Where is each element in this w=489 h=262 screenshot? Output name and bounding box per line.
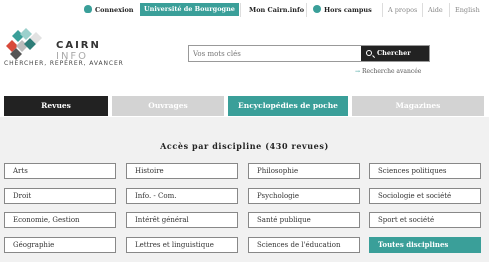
discipline-item[interactable]: Histoire bbox=[126, 163, 238, 179]
discipline-item[interactable]: Sociologie et société bbox=[369, 188, 481, 204]
connexion-link[interactable]: Connexion bbox=[84, 0, 134, 20]
divider bbox=[240, 3, 241, 17]
tab-magazines[interactable]: Magazines bbox=[352, 96, 484, 116]
discipline-item[interactable]: Géographie bbox=[4, 237, 116, 253]
aide-link[interactable]: Aide bbox=[428, 0, 443, 20]
discipline-item[interactable]: Philosophie bbox=[248, 163, 360, 179]
discipline-heading: Accès par discipline (430 revues) bbox=[160, 141, 329, 151]
tab-ouvrages[interactable]: Ouvrages bbox=[112, 96, 224, 116]
discipline-item[interactable]: Santé publique bbox=[248, 212, 360, 228]
mon-cairn-link[interactable]: Mon Cairn.info bbox=[249, 0, 304, 20]
tab-encyclopedies[interactable]: Encyclopédies de poche bbox=[228, 96, 348, 116]
discipline-item[interactable]: Info. - Com. bbox=[126, 188, 238, 204]
divider bbox=[422, 3, 423, 17]
search-icon bbox=[366, 50, 372, 56]
search-box: Chercher bbox=[188, 45, 430, 62]
discipline-item[interactable]: Arts bbox=[4, 163, 116, 179]
advanced-search-link[interactable]: → Recherche avancée bbox=[355, 68, 421, 75]
discipline-item[interactable]: Sciences politiques bbox=[369, 163, 481, 179]
top-bar: Connexion Université de Bourgogne Mon Ca… bbox=[0, 0, 489, 20]
discipline-item[interactable]: Intérêt général bbox=[126, 212, 238, 228]
search-input[interactable] bbox=[189, 46, 359, 61]
discipline-item[interactable]: Economie, Gestion bbox=[4, 212, 116, 228]
institution-badge[interactable]: Université de Bourgogne bbox=[140, 3, 239, 16]
discipline-item-all[interactable]: Toutes disciplines bbox=[369, 237, 481, 253]
user-icon bbox=[84, 5, 92, 13]
divider bbox=[306, 3, 307, 17]
divider bbox=[449, 3, 450, 17]
cairn-logo-icon bbox=[6, 28, 42, 60]
arrow-right-icon: → bbox=[355, 68, 361, 75]
logo-tagline: CHERCHER, REPÉRER, AVANCER bbox=[4, 60, 124, 67]
logo-wordmark: CAIRN INFO bbox=[56, 40, 101, 62]
divider bbox=[382, 3, 383, 17]
discipline-item[interactable]: Psychologie bbox=[248, 188, 360, 204]
hors-campus-link[interactable]: Hors campus bbox=[313, 0, 372, 20]
english-link[interactable]: English bbox=[455, 0, 480, 20]
tab-revues[interactable]: Revues bbox=[4, 96, 108, 116]
a-propos-link[interactable]: A propos bbox=[388, 0, 417, 20]
discipline-item[interactable]: Sport et société bbox=[369, 212, 481, 228]
discipline-item[interactable]: Lettres et linguistique bbox=[126, 237, 238, 253]
discipline-item[interactable]: Sciences de l'éducation bbox=[248, 237, 360, 253]
discipline-item[interactable]: Droit bbox=[4, 188, 116, 204]
globe-icon bbox=[313, 5, 321, 13]
cairn-logo[interactable]: CAIRN INFO CHERCHER, REPÉRER, AVANCER bbox=[4, 24, 134, 74]
search-button[interactable]: Chercher bbox=[361, 46, 429, 61]
